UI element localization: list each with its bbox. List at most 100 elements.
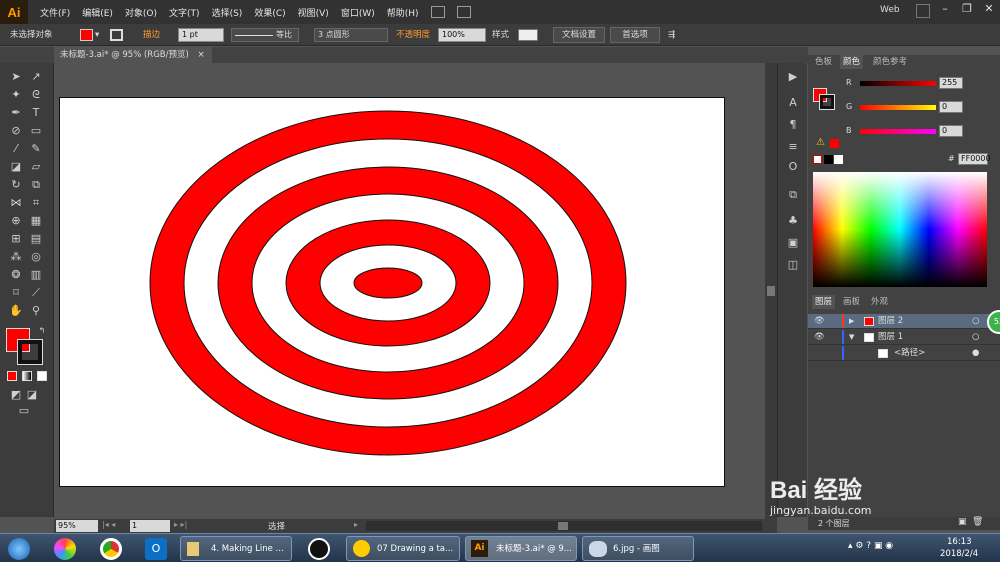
club-symbols-icon[interactable]: ♣ <box>785 213 801 229</box>
opacity-label[interactable]: 不透明度 <box>396 28 430 42</box>
next-page-icon[interactable]: ▸ ▸| <box>174 520 187 529</box>
rectangle-tool-icon[interactable]: ▭ <box>28 123 44 139</box>
bullseye[interactable] <box>353 267 423 299</box>
bridge-icon[interactable] <box>430 6 445 18</box>
mesh-tool-icon[interactable]: ⊞ <box>8 231 24 247</box>
app-icon[interactable] <box>54 538 76 560</box>
fill-swatch[interactable] <box>80 29 93 41</box>
symbol-sprayer-icon[interactable]: ❂ <box>8 267 24 283</box>
tray-icons[interactable]: ▴ ⚙ ? ▣ ◉ <box>848 541 893 551</box>
menu-edit[interactable]: 编辑(E) <box>76 6 119 19</box>
image-trace-icon[interactable]: ◫ <box>785 257 801 273</box>
maximize-icon[interactable]: ❐ <box>956 0 978 18</box>
g-slider[interactable] <box>860 105 936 110</box>
tab-artboards[interactable]: 画板 <box>840 295 863 309</box>
draw-behind-icon[interactable]: ◪ <box>24 387 40 403</box>
draw-mode-icon[interactable]: ◩ <box>8 387 24 403</box>
align-icon[interactable]: ≡ <box>785 139 801 155</box>
b-value[interactable]: 0 <box>939 125 963 137</box>
type-tool-icon[interactable]: T <box>28 105 44 121</box>
lasso-icon[interactable]: ᘓ <box>28 87 44 103</box>
pencil-icon[interactable]: ✎ <box>28 141 44 157</box>
direct-selection-icon[interactable]: ↗ <box>28 69 44 85</box>
eraser-icon[interactable]: ▱ <box>28 159 44 175</box>
screen-mode-icon[interactable]: ▭ <box>16 403 32 419</box>
column-graph-icon[interactable]: ▥ <box>28 267 44 283</box>
hex-value[interactable]: FF0000 <box>958 153 991 165</box>
warning-icon[interactable]: ⚠ <box>816 137 825 148</box>
rotate-tool-icon[interactable]: ↻ <box>8 177 24 193</box>
tab-color[interactable]: 颜色 <box>840 55 864 69</box>
blob-brush-icon[interactable]: ◪ <box>8 159 24 175</box>
zoom-field[interactable]: 95% <box>56 520 98 532</box>
delete-layer-icon[interactable]: 🗑 <box>972 517 983 527</box>
stroke-label[interactable]: 描边 <box>143 28 160 42</box>
eye-icon[interactable]: 👁 <box>814 330 825 345</box>
paragraph-icon[interactable]: ¶ <box>785 117 801 133</box>
white-swatch[interactable] <box>834 155 843 164</box>
chrome-icon[interactable] <box>100 538 122 560</box>
brush-select[interactable]: 3 点圆形 <box>314 28 388 42</box>
stroke-weight-field[interactable]: 1 pt <box>178 28 224 42</box>
page-field[interactable]: 1 <box>130 520 170 532</box>
hand-tool-icon[interactable]: ✋ <box>8 303 24 319</box>
eye-icon[interactable]: 👁 <box>814 314 825 329</box>
expand-icon[interactable]: ▶ <box>849 314 854 329</box>
magic-wand-icon[interactable]: ✦ <box>8 87 24 103</box>
character-icon[interactable]: A <box>785 95 801 111</box>
free-transform-icon[interactable]: ⌗ <box>28 195 44 211</box>
out-of-gamut-swatch[interactable] <box>830 139 839 148</box>
scroll-thumb[interactable] <box>767 286 775 296</box>
eyedropper-icon[interactable]: ⁂ <box>8 249 24 265</box>
b-slider[interactable] <box>860 129 936 134</box>
play-icon[interactable]: ▶ <box>785 69 801 85</box>
menu-file[interactable]: 文件(F) <box>34 6 76 19</box>
tab-layers[interactable]: 图层 <box>812 295 836 309</box>
target-icon[interactable]: ○ <box>972 330 979 345</box>
scale-tool-icon[interactable]: ⧉ <box>28 177 44 193</box>
minimize-icon[interactable]: – <box>934 0 956 18</box>
gradient-tool-icon[interactable]: ▤ <box>28 231 44 247</box>
menu-effect[interactable]: 效果(C) <box>248 6 291 19</box>
layer-row[interactable]: <路径> ● <box>808 346 1000 361</box>
layer-row[interactable]: 👁 ▶ 图层 2 ○ <box>808 314 1000 329</box>
task-button[interactable]: 4. Making Line ... <box>180 536 292 561</box>
menu-view[interactable]: 视图(V) <box>292 6 335 19</box>
vertical-scrollbar[interactable] <box>765 63 777 519</box>
chevron-down-icon[interactable]: ▾ <box>95 28 99 42</box>
tab-appearance[interactable]: 外观 <box>868 295 891 309</box>
stroke-swatch[interactable] <box>110 29 123 41</box>
preferences-button[interactable]: 首选项 <box>610 27 660 43</box>
color-mode-icon[interactable] <box>7 371 17 381</box>
layer-name[interactable]: 图层 2 <box>878 314 903 329</box>
tab-swatches[interactable]: 色板 <box>812 55 835 69</box>
menu-type[interactable]: 文字(T) <box>163 6 206 19</box>
target-icon[interactable]: ● <box>972 346 979 361</box>
paintbrush-icon[interactable]: ⁄ <box>8 141 24 157</box>
perspective-grid-icon[interactable]: ▦ <box>28 213 44 229</box>
panel-menu-icon[interactable]: ⇶ <box>668 28 675 42</box>
task-button-active[interactable]: Ai 未标题-3.ai* @ 9... <box>465 536 577 561</box>
none-color-swatch[interactable] <box>813 155 822 164</box>
stroke-swatch-large[interactable] <box>819 94 835 110</box>
artboard[interactable] <box>59 97 725 487</box>
menu-select[interactable]: 选择(S) <box>206 6 249 19</box>
black-swatch[interactable] <box>824 155 833 164</box>
collapse-icon[interactable]: ▼ <box>849 330 854 345</box>
task-button[interactable]: 6.jpg - 画图 <box>582 536 694 561</box>
task-button[interactable]: 07 Drawing a ta... <box>346 536 460 561</box>
stroke-color-swatch[interactable] <box>17 339 43 365</box>
status-menu-icon[interactable]: ▸ <box>354 520 358 529</box>
tab-close-icon[interactable]: × <box>198 50 205 60</box>
pathfinder-icon[interactable]: ⧉ <box>785 187 801 203</box>
opacity-field[interactable]: 100% <box>438 28 486 42</box>
line-tool-icon[interactable]: ⊘ <box>8 123 24 139</box>
target-icon[interactable]: ○ <box>972 314 979 329</box>
menu-window[interactable]: 窗口(W) <box>335 6 381 19</box>
search-icon[interactable] <box>916 4 930 18</box>
menu-help[interactable]: 帮助(H) <box>381 6 425 19</box>
shape-builder-icon[interactable]: ⊕ <box>8 213 24 229</box>
gradient-mode-icon[interactable] <box>22 371 32 381</box>
document-tab[interactable]: 未标题-3.ai* @ 95% (RGB/预览) × <box>54 47 212 63</box>
selection-tool-icon[interactable]: ➤ <box>8 69 24 85</box>
